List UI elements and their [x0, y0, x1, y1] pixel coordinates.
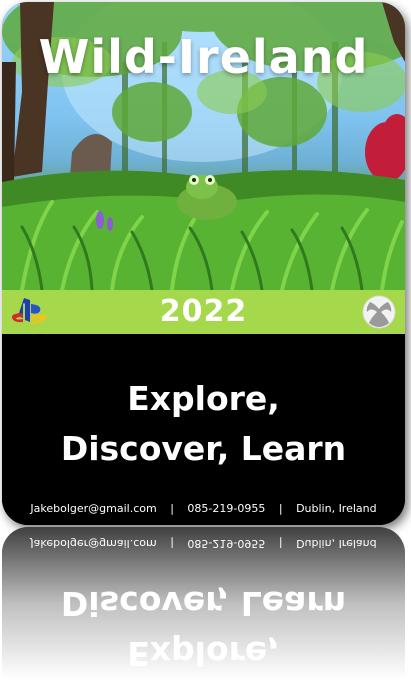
- poster-reflection: Explore, Discover, Learn Jakebolger@gmai…: [2, 527, 405, 696]
- contact-email: Jakebolger@gmail.com: [30, 502, 157, 515]
- contact-phone: 085-219-0955: [187, 502, 266, 515]
- tagline-line-2: Discover, Learn: [60, 429, 347, 468]
- game-title: Wild-Ireland: [38, 30, 369, 84]
- contact-line: Jakebolger@gmail.com | 085-219-0955 | Du…: [2, 502, 405, 515]
- game-poster-card: Wild-Ireland 2022 Explore, Discover, Lea…: [2, 2, 405, 525]
- forest-scene: Wild-Ireland: [2, 2, 405, 290]
- info-panel: Explore, Discover, Learn Jakebolger@gmai…: [2, 334, 405, 525]
- separator: |: [278, 502, 283, 515]
- tagline-line-1: Explore,: [127, 379, 280, 418]
- separator: |: [170, 502, 174, 515]
- contact-location: Dublin, Ireland: [296, 502, 377, 515]
- xbox-icon: [362, 295, 396, 329]
- poster-stage: Wild-Ireland 2022 Explore, Discover, Lea…: [0, 0, 411, 696]
- year-band: 2022: [2, 290, 405, 334]
- reflection-fade: [2, 527, 405, 696]
- tagline: Explore, Discover, Learn: [2, 374, 405, 474]
- release-year: 2022: [159, 294, 248, 329]
